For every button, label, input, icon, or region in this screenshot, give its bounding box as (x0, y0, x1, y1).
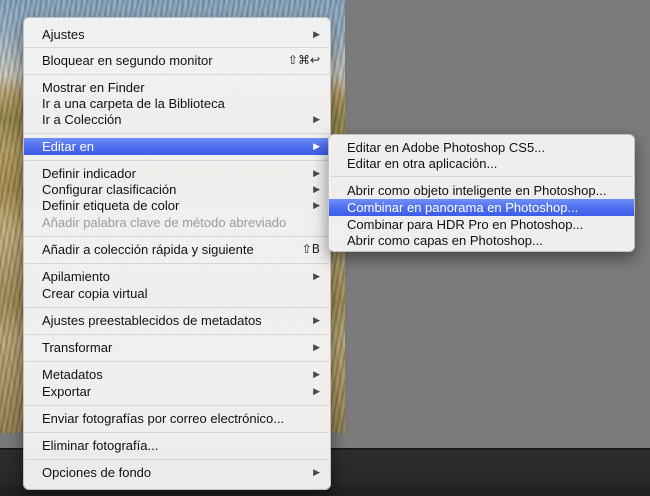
menu-item-label: Eliminar fotografía... (42, 438, 159, 453)
menu-item-label: Ir a una carpeta de la Biblioteca (42, 96, 225, 111)
context-menu: Ajustes ▶ Bloquear en segundo monitor ⇧⌘… (23, 17, 331, 490)
submenu-arrow-icon: ▶ (313, 184, 320, 194)
menu-separator (25, 361, 329, 362)
submenu-arrow-icon: ▶ (313, 200, 320, 210)
menu-item-editar-en[interactable]: Editar en ▶ (24, 138, 330, 155)
editar-en-submenu: Editar en Adobe Photoshop CS5... Editar … (328, 134, 635, 252)
submenu-item-combinar-panorama[interactable]: Combinar en panorama en Photoshop... (329, 199, 634, 216)
menu-item-label: Transformar (42, 340, 113, 355)
menu-separator (25, 334, 329, 335)
menu-item-eliminar-fotografia[interactable]: Eliminar fotografía... (24, 437, 330, 454)
submenu-arrow-icon: ▶ (313, 467, 320, 477)
menu-item-label: Enviar fotografías por correo electrónic… (42, 411, 285, 426)
submenu-arrow-icon: ▶ (313, 342, 320, 352)
menu-item-opciones-de-fondo[interactable]: Opciones de fondo ▶ (24, 464, 330, 481)
menu-item-crear-copia-virtual[interactable]: Crear copia virtual (24, 285, 330, 302)
menu-item-label: Crear copia virtual (42, 286, 148, 301)
menu-item-anadir-palabra-clave: Añadir palabra clave de método abreviado (24, 214, 330, 231)
menu-item-label: Ajustes (42, 27, 85, 42)
menu-separator (25, 432, 329, 433)
keyboard-shortcut: ⇧B (301, 242, 320, 256)
menu-item-label: Añadir palabra clave de método abreviado (42, 215, 287, 230)
menu-item-definir-etiqueta-color[interactable]: Definir etiqueta de color ▶ (24, 197, 330, 214)
menu-item-definir-indicador[interactable]: Definir indicador ▶ (24, 165, 330, 182)
menu-item-label: Bloquear en segundo monitor (42, 53, 213, 68)
menu-item-label: Combinar para HDR Pro en Photoshop... (347, 217, 584, 232)
submenu-arrow-icon: ▶ (313, 386, 320, 396)
menu-item-label: Abrir como capas en Photoshop... (347, 233, 543, 248)
menu-item-apilamiento[interactable]: Apilamiento ▶ (24, 268, 330, 285)
submenu-arrow-icon: ▶ (313, 315, 320, 325)
menu-item-label: Editar en otra aplicación... (347, 156, 498, 171)
menu-item-label: Ajustes preestablecidos de metadatos (42, 313, 262, 328)
menu-item-anadir-coleccion-rapida[interactable]: Añadir a colección rápida y siguiente ⇧B (24, 241, 330, 258)
menu-item-ajustes[interactable]: Ajustes ▶ (24, 26, 330, 43)
menu-item-label: Combinar en panorama en Photoshop... (347, 200, 579, 215)
menu-separator (25, 405, 329, 406)
submenu-arrow-icon: ▶ (313, 271, 320, 281)
menu-item-configurar-clasificacion[interactable]: Configurar clasificación ▶ (24, 181, 330, 198)
menu-item-transformar[interactable]: Transformar ▶ (24, 339, 330, 356)
submenu-item-abrir-como-capas[interactable]: Abrir como capas en Photoshop... (329, 232, 634, 249)
menu-item-label: Configurar clasificación (42, 182, 177, 197)
menu-separator (25, 133, 329, 134)
submenu-arrow-icon: ▶ (313, 168, 320, 178)
submenu-item-editar-otra-aplicacion[interactable]: Editar en otra aplicación... (329, 155, 634, 172)
submenu-item-editar-photoshop-cs5[interactable]: Editar en Adobe Photoshop CS5... (329, 139, 634, 156)
menu-item-label: Exportar (42, 384, 92, 399)
menu-item-label: Añadir a colección rápida y siguiente (42, 242, 254, 257)
menu-item-label: Definir indicador (42, 166, 136, 181)
menu-item-label: Apilamiento (42, 269, 110, 284)
menu-item-label: Editar en (42, 139, 95, 154)
menu-separator (25, 236, 329, 237)
menu-item-label: Editar en Adobe Photoshop CS5... (347, 140, 546, 155)
menu-item-ajustes-preestablecidos-metadatos[interactable]: Ajustes preestablecidos de metadatos ▶ (24, 312, 330, 329)
menu-item-mostrar-en-finder[interactable]: Mostrar en Finder (24, 79, 330, 96)
menu-separator (25, 47, 329, 48)
menu-separator (25, 459, 329, 460)
menu-item-label: Abrir como objeto inteligente en Photosh… (347, 183, 607, 198)
menu-separator (25, 74, 329, 75)
menu-item-ir-a-coleccion[interactable]: Ir a Colección ▶ (24, 111, 330, 128)
menu-item-bloquear-segundo-monitor[interactable]: Bloquear en segundo monitor ⇧⌘↩ (24, 52, 330, 69)
menu-item-enviar-por-correo[interactable]: Enviar fotografías por correo electrónic… (24, 410, 330, 427)
menu-item-metadatos[interactable]: Metadatos ▶ (24, 366, 330, 383)
menu-item-label: Opciones de fondo (42, 465, 152, 480)
menu-item-exportar[interactable]: Exportar ▶ (24, 383, 330, 400)
submenu-arrow-icon: ▶ (313, 29, 320, 39)
menu-item-label: Ir a Colección (42, 112, 122, 127)
menu-separator (330, 176, 633, 177)
menu-item-label: Definir etiqueta de color (42, 198, 180, 213)
keyboard-shortcut: ⇧⌘↩ (287, 53, 320, 67)
submenu-arrow-icon: ▶ (313, 141, 320, 151)
menu-item-ir-a-carpeta-biblioteca[interactable]: Ir a una carpeta de la Biblioteca (24, 95, 330, 112)
submenu-item-objeto-inteligente[interactable]: Abrir como objeto inteligente en Photosh… (329, 182, 634, 199)
submenu-item-combinar-hdr-pro[interactable]: Combinar para HDR Pro en Photoshop... (329, 216, 634, 233)
menu-separator (25, 160, 329, 161)
menu-item-label: Mostrar en Finder (42, 80, 145, 95)
menu-item-label: Metadatos (42, 367, 103, 382)
menu-separator (25, 307, 329, 308)
submenu-arrow-icon: ▶ (313, 369, 320, 379)
menu-separator (25, 263, 329, 264)
submenu-arrow-icon: ▶ (313, 114, 320, 124)
